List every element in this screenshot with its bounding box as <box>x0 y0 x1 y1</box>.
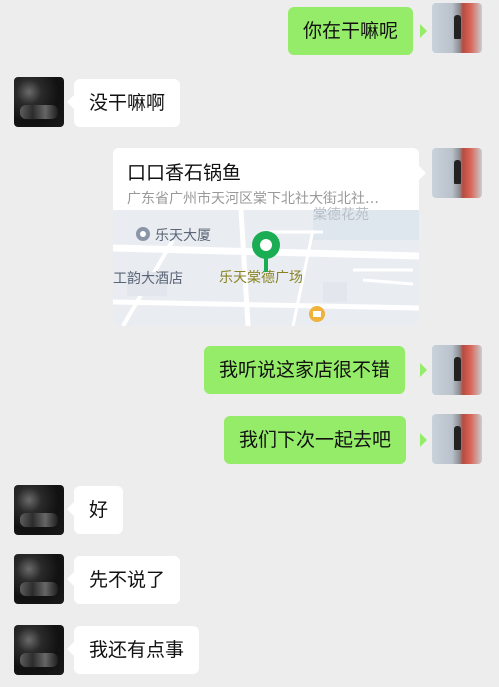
map-poi-label: 乐天大厦 <box>155 228 211 244</box>
bubble-tail <box>420 363 427 377</box>
avatar-contact[interactable] <box>14 554 64 604</box>
message-bubble[interactable]: 我还有点事 <box>74 626 200 674</box>
message-bubble[interactable]: 先不说了 <box>74 556 181 604</box>
bubble-tail <box>420 24 427 38</box>
location-title: 口口香石锅鱼 <box>127 162 242 184</box>
avatar-contact[interactable] <box>14 77 64 127</box>
avatar-self[interactable] <box>432 414 482 464</box>
bubble-tail <box>67 95 74 109</box>
bubble-tail <box>420 433 427 447</box>
avatar-contact[interactable] <box>14 485 64 535</box>
avatar-self[interactable] <box>432 3 482 53</box>
location-card[interactable]: 口口香石锅鱼 广东省广州市天河区棠下北社大街北社… 棠德花苑 乐天大厦 工韵大酒… <box>113 148 419 326</box>
message-bubble[interactable]: 好 <box>74 486 124 534</box>
avatar-self[interactable] <box>432 345 482 395</box>
map-poi-label: 棠德花苑 <box>313 207 369 223</box>
bubble-tail <box>419 166 426 180</box>
map-poi-label: 工韵大酒店 <box>113 271 183 287</box>
avatar-contact[interactable] <box>14 625 64 675</box>
message-bubble[interactable]: 我们下次一起去吧 <box>224 416 407 464</box>
bubble-tail <box>67 502 74 516</box>
location-map: 棠德花苑 乐天大厦 工韵大酒店 乐天棠德广场 <box>113 207 419 326</box>
message-bubble[interactable]: 没干嘛啊 <box>74 79 181 127</box>
avatar-self[interactable] <box>432 148 482 198</box>
bubble-tail <box>67 572 74 586</box>
message-bubble[interactable]: 你在干嘛呢 <box>288 7 414 55</box>
map-pin-icon <box>252 231 280 272</box>
message-bubble[interactable]: 我听说这家店很不错 <box>204 346 406 394</box>
bubble-tail <box>67 642 74 656</box>
